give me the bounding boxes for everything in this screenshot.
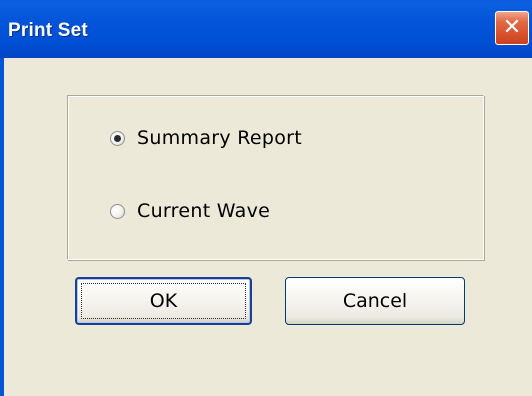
summary-report-radio[interactable]: Summary Report: [110, 126, 302, 150]
ok-button[interactable]: OK: [75, 277, 252, 325]
print-set-dialog: Print Set ✕ Summary Report Current Wave …: [0, 0, 532, 396]
title-bar[interactable]: Print Set ✕: [0, 0, 532, 58]
print-options-group: [67, 95, 484, 260]
close-button[interactable]: ✕: [495, 11, 529, 45]
radio-button-checked-icon[interactable]: [110, 130, 125, 146]
window-left-border: [0, 58, 4, 396]
summary-report-label[interactable]: Summary Report: [137, 127, 302, 149]
window-title: Print Set: [8, 20, 88, 41]
close-icon: ✕: [502, 15, 522, 40]
radio-button-unchecked-icon[interactable]: [110, 203, 125, 219]
cancel-button[interactable]: Cancel: [285, 277, 465, 325]
current-wave-radio[interactable]: Current Wave: [110, 199, 270, 223]
ok-focus-rect: [81, 283, 246, 319]
current-wave-label[interactable]: Current Wave: [137, 200, 270, 222]
cancel-button-label: Cancel: [342, 290, 408, 312]
radio-selected-dot: [114, 134, 121, 142]
